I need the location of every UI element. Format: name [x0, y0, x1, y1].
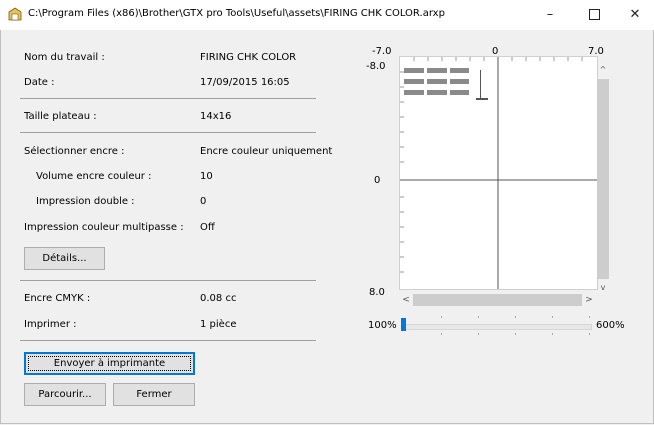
print-count-value: 1 pièce — [200, 319, 237, 330]
close-window-button[interactable]: ✕ — [616, 0, 654, 30]
preview-artwork — [404, 68, 488, 100]
divider — [20, 340, 316, 341]
title-bar: C:\Program Files (x86)\Brother\GTX pro T… — [0, 0, 654, 30]
y-axis-top-label: -8.0 — [366, 61, 386, 72]
send-to-printer-label: Envoyer à imprimante — [53, 358, 166, 369]
platen-size-value: 14x16 — [200, 111, 232, 122]
send-to-printer-button[interactable]: Envoyer à imprimante — [24, 352, 195, 375]
maximize-button[interactable] — [572, 0, 616, 30]
divider — [20, 132, 316, 133]
ink-select-label: Sélectionner encre : — [24, 146, 125, 157]
cmyk-ink-value: 0.08 cc — [200, 293, 237, 304]
preview-graphics — [400, 57, 597, 289]
y-axis-bottom-label: 8.0 — [369, 287, 385, 298]
date-label: Date : — [24, 77, 55, 88]
double-print-value: 0 — [200, 196, 207, 207]
vertical-scroll-thumb[interactable] — [597, 79, 609, 279]
platen-size-label: Taille plateau : — [24, 111, 97, 122]
scroll-up-arrow-icon[interactable]: ^ — [596, 63, 610, 77]
date-value: 17/09/2015 16:05 — [200, 77, 290, 88]
y-axis-mid-label: 0 — [374, 175, 381, 186]
details-button[interactable]: Détails... — [24, 247, 105, 270]
scroll-left-arrow-icon[interactable]: < — [399, 293, 413, 307]
close-button[interactable]: Fermer — [113, 383, 195, 406]
print-count-label: Imprimer : — [24, 319, 77, 330]
print-preview-canvas[interactable] — [399, 56, 598, 290]
zoom-min-label: 100% — [368, 320, 397, 331]
horizontal-scroll-thumb[interactable] — [413, 294, 582, 306]
color-volume-label: Volume encre couleur : — [36, 171, 152, 182]
horizontal-scrollbar[interactable]: < > — [399, 293, 596, 307]
scroll-right-arrow-icon[interactable]: > — [582, 293, 596, 307]
app-icon — [8, 7, 22, 21]
divider — [20, 280, 316, 281]
cmyk-ink-label: Encre CMYK : — [24, 293, 91, 304]
browse-button[interactable]: Parcourir... — [24, 383, 106, 406]
x-axis-min-label: -7.0 — [372, 46, 392, 57]
ink-select-value: Encre couleur uniquement — [200, 146, 333, 157]
job-name-value: FIRING CHK COLOR — [200, 52, 297, 63]
divider — [20, 98, 316, 99]
job-name-label: Nom du travail : — [24, 52, 105, 63]
maximize-icon — [588, 9, 600, 20]
zoom-slider-ticks — [441, 316, 590, 335]
minimize-button[interactable]: – — [528, 0, 572, 30]
window-title: C:\Program Files (x86)\Brother\GTX pro T… — [28, 8, 445, 19]
multipass-label: Impression couleur multipasse : — [24, 222, 184, 233]
double-print-label: Impression double : — [36, 196, 135, 207]
multipass-value: Off — [200, 222, 215, 233]
left-ruler-ticks — [400, 71, 404, 273]
vertical-scrollbar[interactable]: ^ v — [596, 63, 610, 295]
scroll-down-arrow-icon[interactable]: v — [596, 281, 610, 295]
zoom-max-label: 600% — [596, 320, 625, 331]
color-volume-value: 10 — [200, 171, 213, 182]
